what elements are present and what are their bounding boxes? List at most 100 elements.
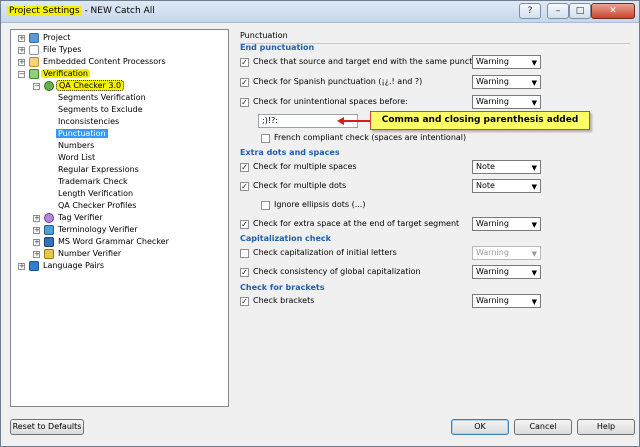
- severity-unintentional-spaces[interactable]: Warning ▼: [472, 95, 541, 109]
- expand-msword-icon[interactable]: +: [33, 239, 40, 246]
- severity-value: Warning: [476, 57, 509, 66]
- tree-item-segments-to-exclude[interactable]: Segments to Exclude: [58, 104, 143, 116]
- verification-icon: [29, 69, 39, 79]
- dropdown-arrow-icon: ▼: [531, 164, 537, 172]
- tree-item-msword-grammar[interactable]: MS Word Grammar Checker: [58, 236, 169, 248]
- severity-cap-global[interactable]: Warning ▼: [472, 265, 541, 279]
- severity-source-target-end[interactable]: Warning ▼: [472, 55, 541, 69]
- expand-project-icon[interactable]: +: [18, 35, 25, 42]
- title-help-button[interactable]: ?: [519, 3, 541, 19]
- callout-arrow-icon: [337, 117, 344, 125]
- dropdown-arrow-icon: ▼: [531, 79, 537, 87]
- tree-item-inconsistencies[interactable]: Inconsistencies: [58, 116, 119, 128]
- tree-item-punctuation[interactable]: Punctuation: [56, 128, 108, 140]
- collapse-qa-checker-icon[interactable]: −: [33, 83, 40, 90]
- checkbox-cap-global[interactable]: ✓: [240, 268, 249, 277]
- severity-value: Warning: [476, 267, 509, 276]
- severity-extra-space-end[interactable]: Warning ▼: [472, 217, 541, 231]
- ok-button[interactable]: OK: [451, 419, 509, 435]
- tree-item-file-types[interactable]: File Types: [43, 44, 81, 56]
- tree-item-trademark-check[interactable]: Trademark Check: [58, 176, 128, 188]
- tag-verifier-icon: [44, 213, 54, 223]
- punctuation-panel: Punctuation End punctuation ✓ Check that…: [234, 29, 634, 407]
- tree-item-embedded[interactable]: Embedded Content Processors: [43, 56, 166, 68]
- checkbox-ignore-ellipsis[interactable]: [261, 201, 270, 210]
- tree-item-project[interactable]: Project: [43, 32, 70, 44]
- help-button[interactable]: Help: [577, 419, 635, 435]
- severity-multiple-dots[interactable]: Note ▼: [472, 179, 541, 193]
- tree-item-verification[interactable]: Verification: [41, 68, 90, 80]
- expand-language-pairs-icon[interactable]: +: [18, 263, 25, 270]
- dropdown-arrow-icon: ▼: [531, 183, 537, 191]
- checkbox-cap-initial[interactable]: [240, 249, 249, 258]
- checkbox-french[interactable]: [261, 134, 270, 143]
- expand-terminology-icon[interactable]: +: [33, 227, 40, 234]
- expand-number-verifier-icon[interactable]: +: [33, 251, 40, 258]
- section-capitalization: Capitalization check: [240, 234, 331, 243]
- project-icon: [29, 33, 39, 43]
- checkbox-extra-space-end[interactable]: ✓: [240, 220, 249, 229]
- severity-cap-initial[interactable]: Warning ▼: [472, 246, 541, 260]
- dropdown-arrow-icon: ▼: [531, 99, 537, 107]
- maximize-button[interactable]: □: [569, 3, 591, 19]
- callout-arrow-line: [342, 120, 370, 122]
- section-brackets: Check for brackets: [240, 283, 325, 292]
- dropdown-arrow-icon: ▼: [531, 298, 537, 306]
- tree-item-numbers[interactable]: Numbers: [58, 140, 94, 152]
- label-spanish: Check for Spanish punctuation (¡¿.! and …: [253, 77, 423, 86]
- checkbox-source-target-end[interactable]: ✓: [240, 58, 249, 67]
- label-extra-space-end: Check for extra space at the end of targ…: [253, 219, 460, 228]
- title-bar: Project Settings - NEW Catch All ? – □ ✕: [1, 1, 639, 23]
- label-cap-global: Check consistency of global capitalizati…: [253, 267, 421, 276]
- tree-item-language-pairs[interactable]: Language Pairs: [43, 260, 104, 272]
- dropdown-arrow-icon: ▼: [531, 269, 537, 277]
- tree-item-length-verification[interactable]: Length Verification: [58, 188, 133, 200]
- qa-checker-label: QA Checker 3.0: [56, 80, 125, 91]
- annotation-callout: Comma and closing parenthesis added: [370, 111, 590, 130]
- tree-item-word-list[interactable]: Word List: [58, 152, 95, 164]
- embedded-content-icon: [29, 57, 39, 67]
- severity-multiple-spaces[interactable]: Note ▼: [472, 160, 541, 174]
- label-ignore-ellipsis: Ignore ellipsis dots (...): [274, 200, 366, 209]
- checkbox-spanish[interactable]: ✓: [240, 78, 249, 87]
- close-button[interactable]: ✕: [591, 3, 635, 19]
- cancel-button[interactable]: Cancel: [514, 419, 572, 435]
- label-source-target-end: Check that source and target end with th…: [253, 57, 498, 66]
- severity-value: Warning: [476, 296, 509, 305]
- severity-value: Warning: [476, 77, 509, 86]
- window-title-suffix: - NEW Catch All: [81, 6, 155, 16]
- expand-tag-verifier-icon[interactable]: +: [33, 215, 40, 222]
- section-end-punctuation: End punctuation: [240, 43, 315, 52]
- dropdown-arrow-icon: ▼: [531, 221, 537, 229]
- label-cap-initial: Check capitalization of initial letters: [253, 248, 397, 257]
- tree-item-tag-verifier[interactable]: Tag Verifier: [58, 212, 103, 224]
- tree-item-terminology-verifier[interactable]: Terminology Verifier: [58, 224, 138, 236]
- minimize-button[interactable]: –: [547, 3, 569, 19]
- label-multiple-spaces: Check for multiple spaces: [253, 162, 357, 171]
- number-verifier-icon: [44, 249, 54, 259]
- expand-embedded-icon[interactable]: +: [18, 59, 25, 66]
- file-types-icon: [29, 45, 39, 55]
- checkbox-multiple-spaces[interactable]: ✓: [240, 163, 249, 172]
- label-unintentional-spaces: Check for unintentional spaces before:: [253, 97, 408, 106]
- tree-item-regular-expressions[interactable]: Regular Expressions: [58, 164, 139, 176]
- tree-item-number-verifier[interactable]: Number Verifier: [58, 248, 121, 260]
- window-title-highlight: Project Settings: [7, 6, 82, 16]
- severity-spanish[interactable]: Warning ▼: [472, 75, 541, 89]
- expand-file-types-icon[interactable]: +: [18, 47, 25, 54]
- settings-tree[interactable]: + Project + File Types + Embedded Conten…: [10, 29, 229, 407]
- checkbox-unintentional-spaces[interactable]: ✓: [240, 98, 249, 107]
- tree-item-qa-checker[interactable]: QA Checker 3.0: [56, 80, 125, 92]
- msword-icon: [44, 237, 54, 247]
- collapse-verification-icon[interactable]: −: [18, 71, 25, 78]
- checkbox-multiple-dots[interactable]: ✓: [240, 182, 249, 191]
- qa-checker-icon: [44, 81, 54, 91]
- label-brackets: Check brackets: [253, 296, 315, 305]
- tree-item-qa-checker-profiles[interactable]: QA Checker Profiles: [58, 200, 136, 212]
- reset-defaults-button[interactable]: Reset to Defaults: [10, 419, 84, 435]
- tree-item-segments-verification[interactable]: Segments Verification: [58, 92, 146, 104]
- checkbox-brackets[interactable]: ✓: [240, 297, 249, 306]
- severity-brackets[interactable]: Warning ▼: [472, 294, 541, 308]
- section-extra-dots: Extra dots and spaces: [240, 148, 340, 157]
- punctuation-selected-label: Punctuation: [56, 129, 108, 138]
